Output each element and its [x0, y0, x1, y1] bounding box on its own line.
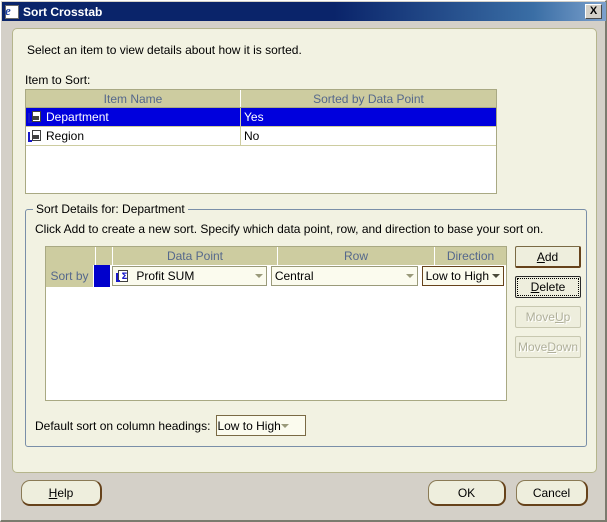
chevron-down-icon[interactable]: [280, 423, 289, 428]
cancel-button[interactable]: Cancel: [516, 480, 588, 506]
default-sort-value: Low to High: [217, 418, 281, 433]
chevron-down-icon[interactable]: [403, 267, 417, 285]
direction-value: Low to High: [425, 269, 489, 283]
sum-metric-icon: Σ: [116, 269, 130, 283]
item-to-sort-grid[interactable]: Item Name Sorted by Data Point Departmen…: [25, 89, 497, 194]
data-point-cell: Σ Profit SUM: [110, 265, 268, 287]
row-selector-cell[interactable]: [94, 265, 111, 287]
move-up-button: Move Up: [515, 306, 581, 328]
sort-details-title: Sort Details for: Department: [33, 202, 188, 216]
sort-by-label: Sort by: [46, 265, 95, 287]
move-down-label-after: own: [556, 340, 579, 354]
main-panel: Select an item to view details about how…: [12, 28, 597, 473]
dialog-window: Sort Crosstab X Select an item to view d…: [0, 0, 607, 522]
add-mnemonic: A: [536, 249, 545, 264]
row-value: Central: [274, 269, 314, 283]
move-up-mnemonic: U: [554, 310, 564, 324]
table-row[interactable]: Region No: [26, 127, 496, 146]
move-up-label-before: Move: [525, 310, 555, 324]
delete-button[interactable]: Delete: [515, 276, 581, 298]
column-header-blank-2: [96, 247, 113, 265]
intro-text: Select an item to view details about how…: [27, 43, 302, 57]
table-row[interactable]: Department Yes: [26, 108, 496, 127]
move-down-button: Move Down: [515, 336, 581, 358]
dialog-button-bar: Help OK Cancel: [12, 480, 597, 512]
row-cell: Central: [269, 265, 420, 287]
ok-button[interactable]: OK: [428, 480, 506, 506]
item-name-label: Department: [46, 110, 109, 124]
data-point-value: Profit SUM: [136, 269, 195, 283]
column-header-row[interactable]: Row: [278, 247, 435, 265]
add-label-after: dd: [544, 249, 559, 264]
column-header-sorted-by-data-point[interactable]: Sorted by Data Point: [241, 90, 496, 107]
sort-details-grid[interactable]: Data Point Row Direction Sort by Σ Profi…: [45, 246, 507, 401]
delete-label-after: elete: [539, 280, 566, 294]
dimension-icon: [28, 110, 42, 124]
default-sort-row: Default sort on column headings: Low to …: [35, 415, 307, 436]
column-header-data-point[interactable]: Data Point: [113, 247, 278, 265]
dimension-icon: [28, 129, 42, 143]
move-down-mnemonic: D: [547, 340, 556, 354]
add-button[interactable]: Add: [515, 246, 581, 268]
close-icon[interactable]: X: [585, 4, 602, 19]
item-name-cell: Region: [26, 127, 241, 145]
direction-dropdown[interactable]: Low to High: [421, 266, 504, 286]
details-grid-header: Data Point Row Direction: [46, 247, 506, 265]
help-button[interactable]: Help: [21, 480, 102, 506]
item-name-label: Region: [46, 129, 85, 143]
ie-document-icon: [5, 3, 19, 19]
column-header-blank-1: [46, 247, 96, 265]
sort-rule-row[interactable]: Sort by Σ Profit SUM Central Low to High: [46, 265, 506, 287]
sort-details-instruction: Click Add to create a new sort. Specify …: [35, 222, 544, 236]
item-name-cell: Department: [26, 108, 241, 126]
column-header-direction[interactable]: Direction: [435, 247, 506, 265]
chevron-down-icon[interactable]: [252, 267, 266, 285]
default-sort-label: Default sort on column headings:: [35, 418, 211, 433]
move-down-label-before: Move: [517, 340, 548, 354]
row-dropdown[interactable]: Central: [270, 266, 418, 286]
chevron-down-icon[interactable]: [489, 267, 503, 285]
help-mnemonic: H: [48, 485, 58, 500]
item-to-sort-label: Item to Sort:: [25, 73, 91, 87]
default-sort-dropdown[interactable]: Low to High: [216, 415, 307, 436]
data-point-dropdown[interactable]: Σ Profit SUM: [112, 266, 267, 286]
column-header-item-name[interactable]: Item Name: [26, 90, 241, 107]
window-title: Sort Crosstab: [23, 4, 103, 19]
sort-details-button-column: Add Delete Move Up Move Down: [515, 246, 581, 366]
delete-mnemonic: D: [530, 280, 540, 294]
sorted-by-cell: Yes: [244, 110, 264, 124]
help-label-after: elp: [57, 485, 74, 500]
title-bar[interactable]: Sort Crosstab X: [2, 2, 606, 21]
sorted-by-cell: No: [244, 129, 260, 143]
move-up-label-after: p: [563, 310, 571, 324]
direction-cell: Low to High: [420, 265, 506, 287]
item-grid-header: Item Name Sorted by Data Point: [26, 90, 496, 108]
